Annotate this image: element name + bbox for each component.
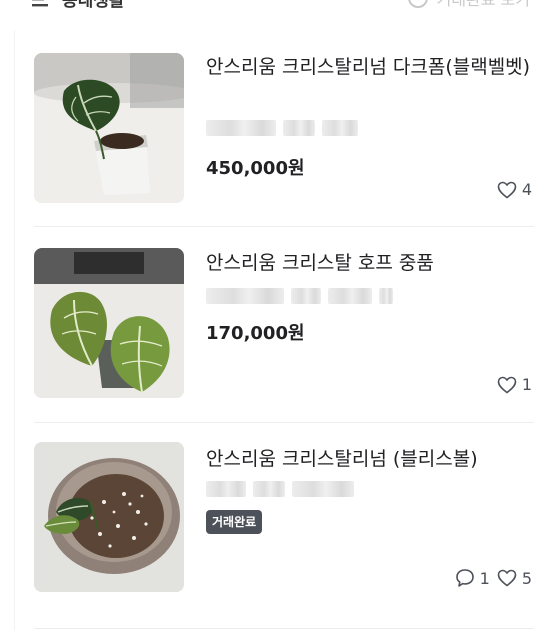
top-right-label: 거래완료 보기 [437, 0, 530, 10]
list-divider [34, 628, 534, 629]
heart-outline-icon [497, 569, 517, 587]
listing-meta: 1 5 [455, 568, 532, 588]
plant-photo-2 [34, 248, 184, 398]
list-item[interactable]: 안스리움 크리스탈 호프 중품 170,000원 1 [0, 226, 558, 422]
listing-title[interactable]: 안스리움 크리스탈리넘 다크폼(블랙벨벳) [206, 52, 532, 83]
top-left-group[interactable]: 동네생활 [30, 0, 125, 11]
like-count: 1 [521, 375, 532, 394]
sales-history-page: 동네생활 거래완료 보기 [0, 0, 558, 638]
product-thumbnail[interactable] [34, 53, 184, 203]
status-badge: 거래완료 [206, 510, 263, 534]
list-item[interactable]: 안스리움 크리스탈리넘 (블리스볼) 거래완료 1 5 [0, 422, 558, 618]
product-thumbnail[interactable] [34, 442, 184, 592]
listing-meta: 1 [497, 375, 532, 394]
like-count: 5 [521, 568, 532, 588]
listing-price: 170,000원 [206, 323, 305, 344]
blurred-location [206, 286, 393, 306]
like-count: 4 [521, 180, 532, 199]
blurred-location [206, 118, 358, 138]
top-header: 동네생활 거래완료 보기 [0, 0, 558, 11]
listing-meta: 4 [497, 180, 532, 199]
blurred-location [206, 479, 354, 499]
product-thumbnail[interactable] [34, 248, 184, 398]
top-right-group[interactable]: 거래완료 보기 [407, 0, 530, 10]
list-item[interactable]: 안스리움 크리스탈리넘 다크폼(블랙벨벳) 450,000원 4 [0, 30, 558, 226]
plant-photo-3 [34, 442, 184, 592]
chat-count: 1 [479, 568, 490, 588]
listing-title[interactable]: 안스리움 크리스탈 호프 중품 [206, 248, 532, 279]
listing-title[interactable]: 안스리움 크리스탈리넘 (블리스볼) [206, 444, 532, 475]
plant-photo-1 [34, 53, 184, 203]
heart-outline-icon [497, 376, 517, 394]
check-circle-icon [407, 0, 428, 8]
chat-bubble-icon [455, 569, 474, 587]
menu-icon [32, 3, 48, 6]
listing-price: 450,000원 [206, 158, 305, 179]
heart-outline-icon [497, 181, 517, 199]
top-left-label: 동네생활 [62, 0, 125, 11]
